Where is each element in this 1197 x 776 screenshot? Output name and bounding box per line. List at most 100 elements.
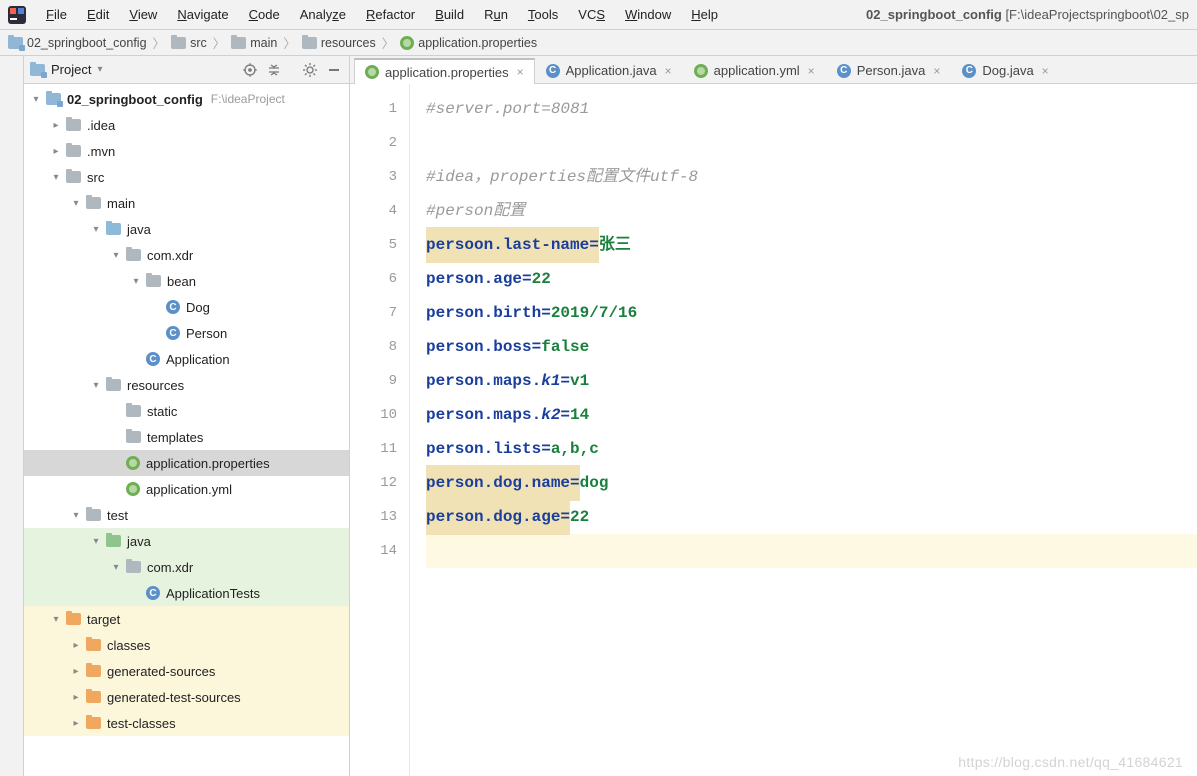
- menu-indow[interactable]: Window: [615, 3, 681, 26]
- tree-node[interactable]: CApplication: [24, 346, 349, 372]
- code-line[interactable]: person.maps.k1=v1: [426, 364, 1197, 398]
- tree-node[interactable]: static: [24, 398, 349, 424]
- tree-node[interactable]: ▾bean: [24, 268, 349, 294]
- menu-ools[interactable]: Tools: [518, 3, 568, 26]
- expand-arrow-right-icon[interactable]: ▸: [50, 120, 62, 131]
- editor-tab[interactable]: application.properties×: [354, 58, 535, 84]
- line-number: 2: [350, 126, 397, 160]
- expand-arrow-down-icon[interactable]: ▾: [70, 198, 82, 209]
- editor-tab[interactable]: CApplication.java×: [535, 57, 683, 83]
- close-icon[interactable]: ×: [517, 65, 524, 79]
- breadcrumb-item[interactable]: src: [171, 36, 207, 50]
- code-line[interactable]: [426, 534, 1197, 568]
- spring-leaf-icon: [694, 64, 708, 78]
- editor-tab[interactable]: CDog.java×: [951, 57, 1059, 83]
- breadcrumb-item[interactable]: main: [231, 36, 277, 50]
- menu-run[interactable]: Run: [474, 3, 518, 26]
- expand-arrow-down-icon[interactable]: ▾: [90, 380, 102, 391]
- tree-node[interactable]: ▾src: [24, 164, 349, 190]
- tree-node[interactable]: ▸.idea: [24, 112, 349, 138]
- expand-arrow-down-icon[interactable]: ▾: [90, 224, 102, 235]
- tree-node[interactable]: ▾main: [24, 190, 349, 216]
- code-line[interactable]: persoon.last-name=张三: [426, 228, 1197, 262]
- expand-arrow-down-icon[interactable]: ▾: [30, 94, 42, 105]
- editor-tab[interactable]: CPerson.java×: [826, 57, 952, 83]
- code-line[interactable]: [426, 126, 1197, 160]
- code-line[interactable]: #person配置: [426, 194, 1197, 228]
- tree-node[interactable]: ▾target: [24, 606, 349, 632]
- tree-node[interactable]: CApplicationTests: [24, 580, 349, 606]
- menu-analyze[interactable]: Analyze: [290, 3, 356, 26]
- code-line[interactable]: person.age=22: [426, 262, 1197, 296]
- menu-ode[interactable]: Code: [239, 3, 290, 26]
- close-icon[interactable]: ×: [808, 64, 815, 78]
- code-line[interactable]: person.dog.age=22: [426, 500, 1197, 534]
- close-icon[interactable]: ×: [665, 64, 672, 78]
- code-line[interactable]: #server.port=8081: [426, 92, 1197, 126]
- menu-dit[interactable]: Edit: [77, 3, 119, 26]
- tree-node[interactable]: ▾com.xdr: [24, 554, 349, 580]
- expand-arrow-down-icon[interactable]: ▾: [50, 172, 62, 183]
- expand-arrow-down-icon[interactable]: ▾: [110, 250, 122, 261]
- collapse-all-icon[interactable]: [265, 61, 283, 79]
- expand-arrow-right-icon[interactable]: ▸: [70, 640, 82, 651]
- tree-node[interactable]: ▸test-classes: [24, 710, 349, 736]
- chevron-right-icon: 〉: [281, 33, 298, 52]
- editor-tab[interactable]: application.yml×: [683, 57, 826, 83]
- tree-node[interactable]: ▸.mvn: [24, 138, 349, 164]
- code-line[interactable]: person.lists=a,b,c: [426, 432, 1197, 466]
- expand-arrow-down-icon[interactable]: ▾: [110, 562, 122, 573]
- tree-node[interactable]: CDog: [24, 294, 349, 320]
- class-icon: C: [166, 300, 180, 314]
- code-editor[interactable]: 1234567891011121314 #server.port=8081 #i…: [350, 84, 1197, 776]
- tree-node[interactable]: ▾java: [24, 216, 349, 242]
- code-line[interactable]: person.dog.name=dog: [426, 466, 1197, 500]
- tree-node[interactable]: ▾resources: [24, 372, 349, 398]
- code-line[interactable]: person.boss=false: [426, 330, 1197, 364]
- code-line[interactable]: person.birth=2019/7/16: [426, 296, 1197, 330]
- gear-icon[interactable]: [301, 61, 319, 79]
- close-icon[interactable]: ×: [1042, 64, 1049, 78]
- code-line[interactable]: #idea，properties配置文件utf-8: [426, 160, 1197, 194]
- breadcrumb-item[interactable]: application.properties: [400, 36, 537, 50]
- locate-icon[interactable]: [241, 61, 259, 79]
- menu-iew[interactable]: View: [119, 3, 167, 26]
- expand-arrow-down-icon[interactable]: ▾: [70, 510, 82, 521]
- tree-node[interactable]: application.yml: [24, 476, 349, 502]
- breadcrumb-item[interactable]: resources: [302, 36, 376, 50]
- menu-efactor[interactable]: Refactor: [356, 3, 425, 26]
- expand-arrow-down-icon[interactable]: ▾: [50, 614, 62, 625]
- tree-node[interactable]: ▾02_springboot_configF:\ideaProject: [24, 86, 349, 112]
- expand-arrow-down-icon[interactable]: ▾: [130, 276, 142, 287]
- expand-arrow-down-icon[interactable]: ▾: [90, 536, 102, 547]
- tree-node[interactable]: templates: [24, 424, 349, 450]
- project-view-selector[interactable]: Project ▾: [30, 62, 103, 77]
- tree-node[interactable]: application.properties: [24, 450, 349, 476]
- tree-node[interactable]: ▸generated-test-sources: [24, 684, 349, 710]
- tree-node[interactable]: ▾test: [24, 502, 349, 528]
- menu-items: FileEditViewNavigateCodeAnalyzeRefactorB…: [36, 3, 728, 26]
- code-line[interactable]: person.maps.k2=14: [426, 398, 1197, 432]
- expand-arrow-right-icon[interactable]: ▸: [70, 666, 82, 677]
- expand-arrow-right-icon[interactable]: ▸: [70, 692, 82, 703]
- close-icon[interactable]: ×: [933, 64, 940, 78]
- project-tool-window: Project ▾ ▾02_springboot_configF:\ideaPr…: [24, 56, 350, 776]
- hide-icon[interactable]: [325, 61, 343, 79]
- tree-node[interactable]: ▾com.xdr: [24, 242, 349, 268]
- tree-node[interactable]: ▸generated-sources: [24, 658, 349, 684]
- expand-arrow-right-icon[interactable]: ▸: [50, 146, 62, 157]
- tree-node[interactable]: CPerson: [24, 320, 349, 346]
- tree-node-label: application.properties: [146, 456, 270, 471]
- breadcrumb-item[interactable]: 02_springboot_config: [8, 36, 147, 50]
- project-tree[interactable]: ▾02_springboot_configF:\ideaProject▸.ide…: [24, 84, 349, 776]
- tree-node[interactable]: ▾java: [24, 528, 349, 554]
- menu-ile[interactable]: File: [36, 3, 77, 26]
- menu-vcs[interactable]: VCS: [568, 3, 615, 26]
- code-content[interactable]: #server.port=8081 #idea，properties配置文件ut…: [410, 84, 1197, 776]
- window-title: 02_springboot_config [F:\ideaProjectspri…: [866, 7, 1189, 22]
- menu-avigate[interactable]: Navigate: [167, 3, 238, 26]
- tree-node[interactable]: ▸classes: [24, 632, 349, 658]
- menu-elp[interactable]: Help: [681, 3, 728, 26]
- expand-arrow-right-icon[interactable]: ▸: [70, 718, 82, 729]
- menu-uild[interactable]: Build: [425, 3, 474, 26]
